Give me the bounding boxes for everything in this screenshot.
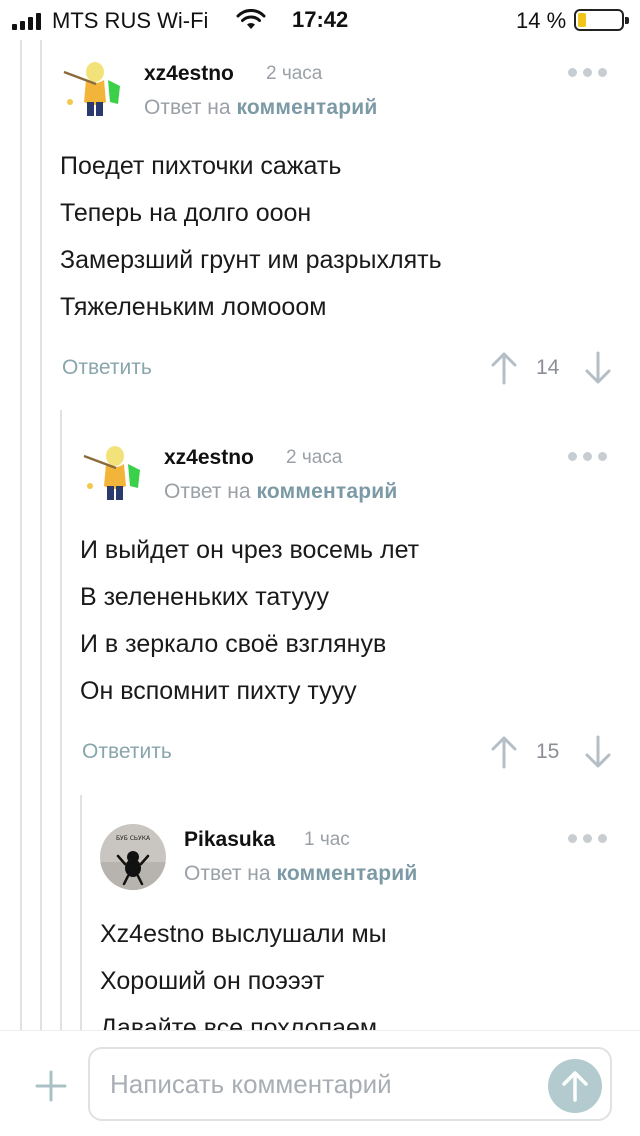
reply-to-label: Ответ на комментарий [164,480,397,504]
clock: 17:42 [292,7,349,32]
comment-time: 2 часа [286,447,343,468]
more-options-icon[interactable] [568,452,607,461]
comment-author[interactable]: xz4estno [144,62,234,86]
upvote-icon[interactable] [490,735,518,769]
comment-text-line: Xz4estno выслушали мы [100,920,387,948]
reply-button[interactable]: Ответить [62,356,152,380]
battery-icon [574,9,629,31]
reply-to-prefix: Ответ на [144,96,231,119]
comment-time: 2 часа [266,63,323,84]
cellular-signal-icon [12,12,41,30]
reply-to-label: Ответ на комментарий [184,862,417,886]
comment-text-line: Теперь на долго ооон [60,199,312,227]
reply-button[interactable]: Ответить [82,740,172,764]
upvote-icon[interactable] [490,351,518,385]
reply-to-link[interactable]: комментарий [256,480,397,503]
comment-text-line: Поедет пихточки сажать [60,152,342,180]
reply-to-label: Ответ на комментарий [144,96,377,120]
add-icon[interactable] [34,1069,68,1103]
avatar[interactable]: БУБ СЬУКА [100,824,166,890]
downvote-icon[interactable] [584,351,612,385]
more-options-icon[interactable] [568,68,607,77]
comment-author[interactable]: Pikasuka [184,828,275,852]
reply-to-prefix: Ответ на [164,480,251,503]
comment-composer: Написать комментарий [0,1030,640,1136]
comment-text-line: Тяжеленьким ломооом [60,293,327,321]
status-bar: MTS RUS Wi-Fi 17:42 14 % [0,0,640,40]
wifi-icon [236,9,266,29]
comment-text-line: Хороший он поэээт [100,967,325,995]
comment-score: 15 [536,740,560,763]
battery-percentage: 14 % [516,8,567,33]
comment: БУБ СЬУКА Pikasuka 1 час Ответ на коммен… [100,824,620,1030]
comment-text-line: Замерзший грунт им разрыхлять [60,246,442,274]
reply-to-link[interactable]: комментарий [236,96,377,119]
comment-time: 1 час [304,829,350,850]
carrier-name: MTS RUS Wi-Fi [52,8,209,33]
comment: xz4estno 2 часа Ответ на комментарий И в… [80,442,620,782]
send-button[interactable] [548,1059,602,1113]
arrow-up-icon [562,1071,588,1102]
avatar[interactable] [60,58,126,124]
comment-text-line: И в зеркало своё взглянув [80,630,387,658]
comment-input[interactable]: Написать комментарий [88,1047,612,1121]
thread-line [20,40,22,1030]
comment-text-line: Давайте все похлопаем [100,1014,378,1030]
avatar[interactable] [80,442,146,508]
thread-line [60,410,62,1030]
thread-line [80,795,82,1030]
comment-author[interactable]: xz4estno [164,446,254,470]
comment-score: 14 [536,356,560,379]
comment-text-line: В зелененьких татууу [80,583,330,611]
comment-text-line: И выйдет он чрез восемь лет [80,536,420,564]
downvote-icon[interactable] [584,735,612,769]
comment: xz4estno 2 часа Ответ на комментарий Пое… [60,58,620,398]
more-options-icon[interactable] [568,834,607,843]
comment-text-line: Он вспомнит пихту тууу [80,677,357,705]
reply-to-prefix: Ответ на [184,862,271,885]
avatar-caption: БУБ СЬУКА [116,835,151,842]
reply-to-link[interactable]: комментарий [276,862,417,885]
thread-line [40,40,42,1030]
